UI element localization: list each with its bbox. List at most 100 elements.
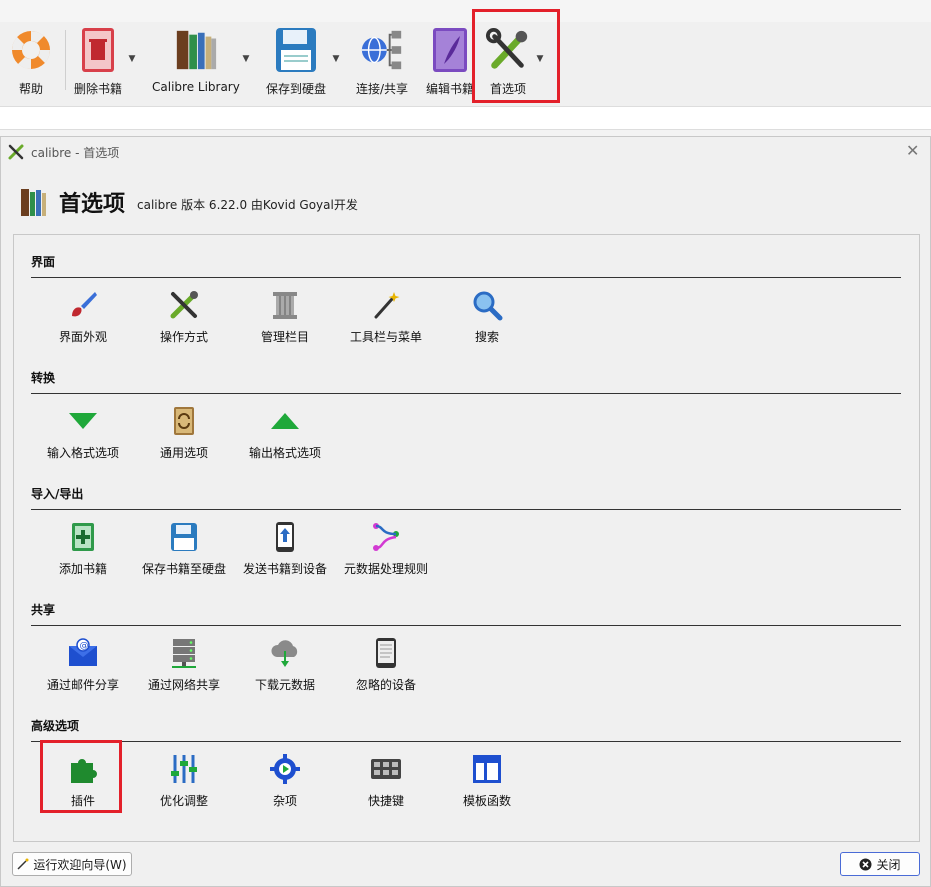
server-rack-icon — [167, 636, 201, 670]
toolbar-save-to-disk-button[interactable]: 保存到硬盘 — [266, 24, 326, 100]
pref-label: 通用选项 — [159, 446, 208, 460]
close-icon[interactable]: ✕ — [906, 141, 919, 160]
toolbar-separator — [65, 30, 66, 90]
version-text: calibre 版本 6.22.0 由Kovid Goyal开发 — [137, 197, 358, 212]
pref-saving-books[interactable]: 保存书籍至硬盘 — [134, 520, 234, 577]
pref-toolbars-menus[interactable]: 工具栏与菜单 — [336, 288, 436, 345]
pref-label: 输入格式选项 — [46, 446, 119, 460]
pref-input-options[interactable]: 输入格式选项 — [33, 404, 133, 461]
lifebuoy-icon — [8, 24, 54, 76]
pref-label: 优化调整 — [159, 794, 208, 808]
section-title: 高级选项 — [31, 719, 80, 733]
close-label: 关闭 — [876, 857, 901, 872]
run-wizard-label: 运行欢迎向导(W) — [33, 857, 127, 872]
keyboard-icon — [369, 752, 403, 786]
pref-template-functions[interactable]: 模板函数 — [437, 752, 537, 809]
library-books-icon — [173, 24, 219, 76]
pillar-icon — [268, 288, 302, 322]
toolbar-library-label: Calibre Library — [152, 80, 240, 94]
pref-output-options[interactable]: 输出格式选项 — [235, 404, 335, 461]
pref-miscellaneous[interactable]: 杂项 — [235, 752, 335, 809]
pref-look-and-feel[interactable]: 界面外观 — [33, 288, 133, 345]
pref-label: 下载元数据 — [254, 678, 315, 692]
pref-label: 保存书籍至硬盘 — [141, 562, 226, 576]
preferences-highlight-box — [472, 9, 560, 103]
search-bar-strip — [0, 106, 931, 130]
toolbar-edit-book-button[interactable]: 编辑书籍 — [426, 24, 474, 100]
svg-text:@: @ — [80, 641, 89, 651]
magic-wand-icon — [369, 288, 403, 322]
pref-shortcuts[interactable]: 快捷键 — [336, 752, 436, 809]
toolbar-connect-label: 连接/共享 — [356, 82, 409, 96]
toolbar-remove-books-label: 删除书籍 — [74, 82, 123, 96]
preferences-panel: 界面 界面外观 操作方式 管理栏目 工具栏与菜单 搜索 转换 输入格式选项 通用… — [13, 234, 920, 842]
pref-label: 操作方式 — [159, 330, 208, 344]
pref-label: 搜索 — [474, 330, 499, 344]
pref-searching[interactable]: 搜索 — [437, 288, 537, 345]
section-title: 导入/导出 — [31, 487, 84, 501]
pref-label: 添加书籍 — [58, 562, 107, 576]
search-icon — [470, 288, 504, 322]
reader-device-icon — [369, 636, 403, 670]
purple-book-quill-icon — [427, 24, 473, 76]
toolbar-remove-books-button[interactable]: 删除书籍 — [74, 24, 122, 100]
section-interface: 界面 界面外观 操作方式 管理栏目 工具栏与菜单 搜索 — [31, 253, 903, 362]
plugins-highlight-box — [40, 740, 122, 813]
pref-ignored-devices[interactable]: 忽略的设备 — [336, 636, 436, 693]
pref-label: 界面外观 — [58, 330, 107, 344]
close-circle-icon — [859, 858, 872, 870]
pref-custom-columns[interactable]: 管理栏目 — [235, 288, 335, 345]
pref-sending-books-to-device[interactable]: 发送书籍到设备 — [235, 520, 335, 577]
toolbar-help-button[interactable]: 帮助 — [8, 24, 54, 100]
chevron-down-icon: ▼ — [332, 54, 340, 64]
pref-label: 工具栏与菜单 — [349, 330, 422, 344]
pref-metadata-download[interactable]: 下载元数据 — [235, 636, 335, 693]
floppy-save-icon — [167, 520, 201, 554]
section-title: 转换 — [31, 371, 56, 385]
pref-metadata-plugboards[interactable]: 元数据处理规则 — [336, 520, 436, 577]
chevron-down-icon: ▼ — [128, 54, 136, 64]
toolbar-top-strip — [0, 0, 931, 22]
device-send-icon — [268, 520, 302, 554]
run-wizard-button[interactable]: 运行欢迎向导(W) — [12, 852, 132, 876]
gear-icon — [268, 752, 302, 786]
pref-adding-books[interactable]: 添加书籍 — [33, 520, 133, 577]
pref-label: 忽略的设备 — [355, 678, 416, 692]
network-globe-icon — [359, 24, 405, 76]
dialog-titlebar: calibre - 首选项 ✕ — [1, 137, 930, 165]
pref-label: 通过网络共享 — [147, 678, 220, 692]
section-import-export: 导入/导出 添加书籍 保存书籍至硬盘 发送书籍到设备 元数据处理规则 — [31, 485, 903, 594]
main-toolbar: 帮助 删除书籍 ▼ Calibre Library ▼ 保存到硬盘 ▼ 连接/共… — [0, 0, 931, 108]
toolbar-help-label: 帮助 — [18, 82, 43, 96]
close-button[interactable]: 关闭 — [840, 852, 920, 876]
pref-sharing-by-email[interactable]: @ 通过邮件分享 — [33, 636, 133, 693]
dialog-window-title: calibre - 首选项 — [31, 146, 120, 160]
green-arrow-up-icon — [268, 404, 302, 438]
toolbar-library-button[interactable]: Calibre Library — [152, 24, 240, 100]
pref-label: 通过邮件分享 — [46, 678, 119, 692]
section-conversion: 转换 输入格式选项 通用选项 输出格式选项 — [31, 369, 903, 478]
floppy-save-icon — [273, 24, 319, 76]
tools-wrench-screwdriver-icon — [167, 288, 201, 322]
toolbar-connect-share-button[interactable]: 连接/共享 — [356, 24, 408, 100]
section-advanced: 高级选项 插件 优化调整 杂项 快捷键 模板函数 — [31, 717, 903, 826]
pref-sharing-over-net[interactable]: 通过网络共享 — [134, 636, 234, 693]
pref-behavior[interactable]: 操作方式 — [134, 288, 234, 345]
chevron-down-icon: ▼ — [242, 54, 250, 64]
pref-common-options[interactable]: 通用选项 — [134, 404, 234, 461]
pref-tweaks[interactable]: 优化调整 — [134, 752, 234, 809]
pref-label: 管理栏目 — [260, 330, 309, 344]
plugboard-icon — [369, 520, 403, 554]
pref-label: 元数据处理规则 — [343, 562, 428, 576]
pref-label: 杂项 — [272, 794, 297, 808]
dialog-header: 首选项 calibre 版本 6.22.0 由Kovid Goyal开发 — [19, 185, 358, 219]
library-books-icon — [19, 186, 51, 218]
pref-label: 输出格式选项 — [248, 446, 321, 460]
email-envelope-icon: @ — [66, 636, 100, 670]
pref-label: 发送书籍到设备 — [242, 562, 327, 576]
page-title: 首选项 — [59, 192, 126, 217]
section-title: 界面 — [31, 255, 56, 269]
cloud-download-icon — [268, 636, 302, 670]
toolbar-save-label: 保存到硬盘 — [266, 82, 327, 96]
add-book-icon — [66, 520, 100, 554]
